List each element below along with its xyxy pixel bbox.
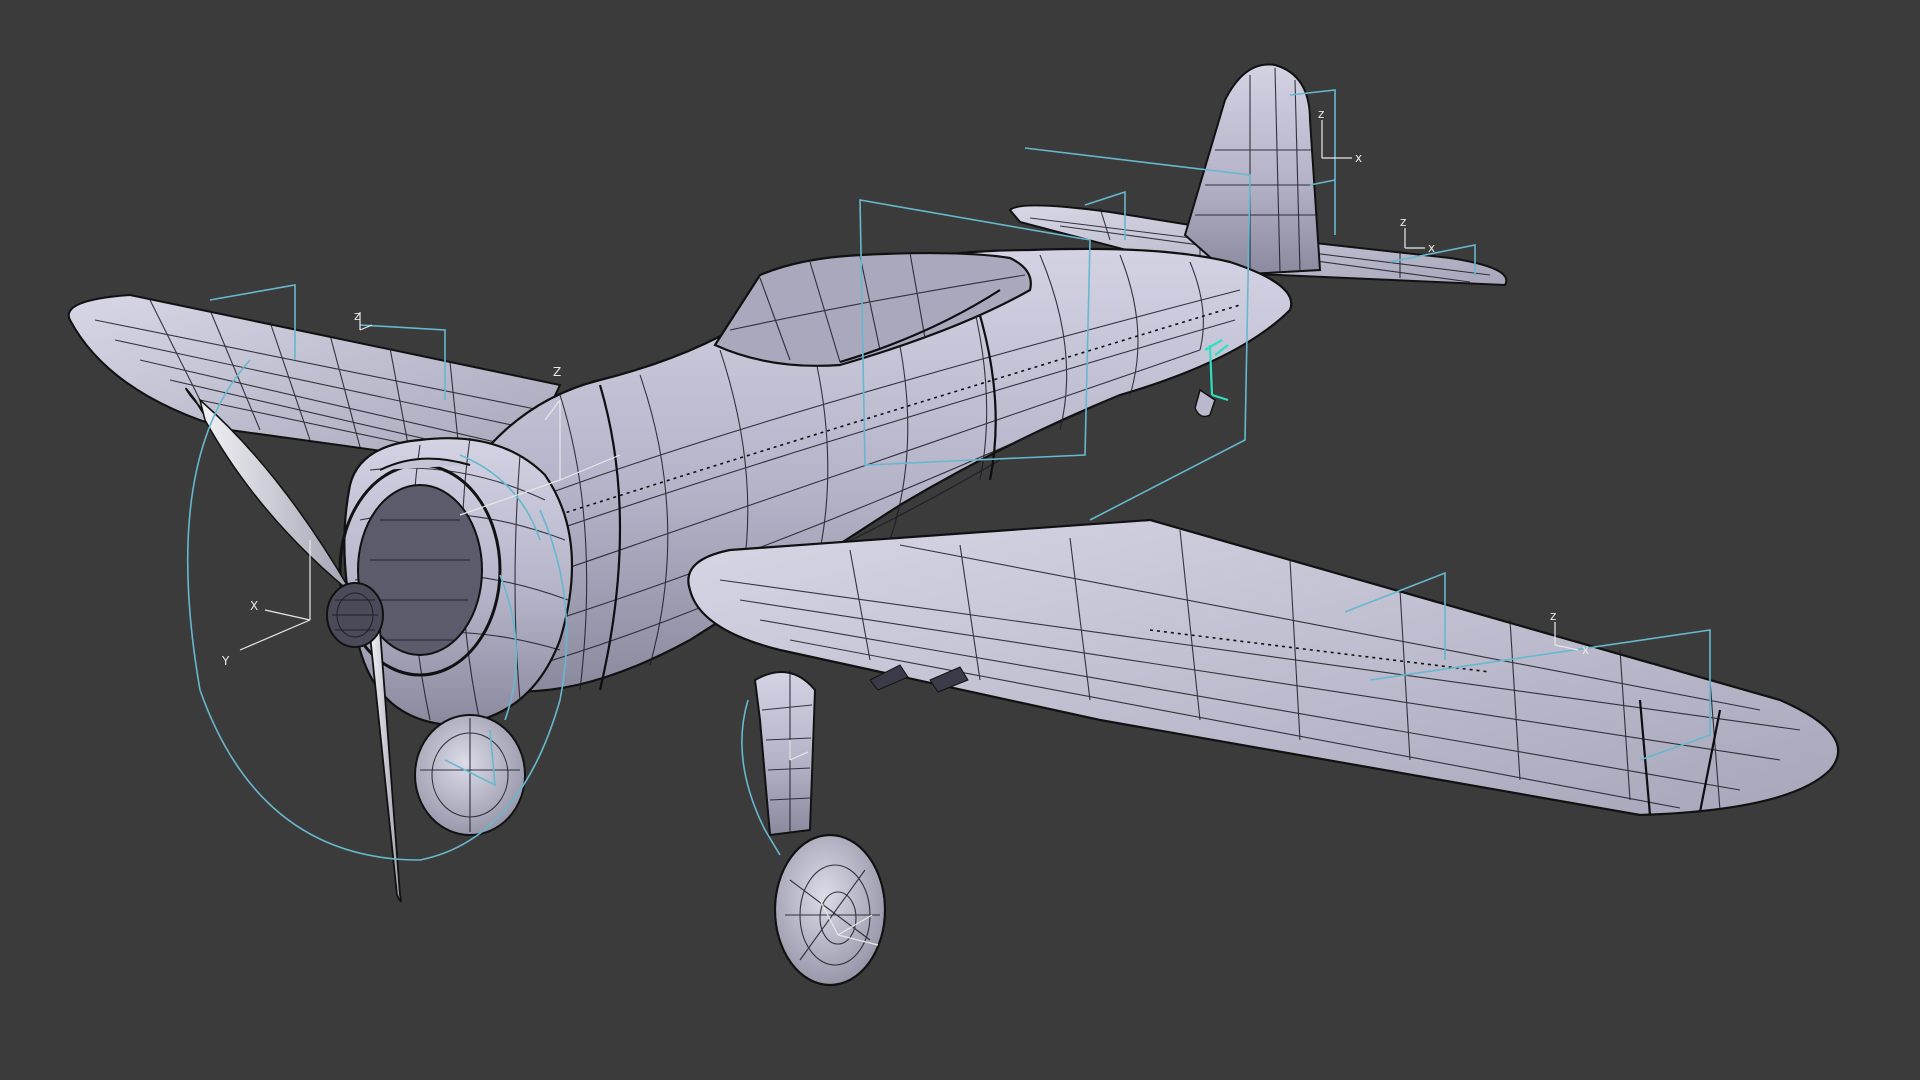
axis-y-label: Y	[221, 654, 230, 668]
3d-viewport[interactable]: X Y Z z z x z x z x	[0, 0, 1920, 1080]
axis-gizmo-left-wing: z	[354, 309, 373, 331]
axis-gizmo-tail: z x	[1318, 107, 1362, 165]
main-landing-gear[interactable]	[741, 670, 887, 987]
airplane-wireframe-model[interactable]: X Y Z z z x z x z x	[0, 0, 1920, 1080]
axis-z-label: z	[354, 309, 360, 323]
right-wing[interactable]	[687, 518, 1840, 817]
chin-intake	[414, 714, 526, 836]
axis-gizmo-propeller: X Y	[221, 540, 311, 668]
axis-z-label: z	[1400, 215, 1406, 229]
axis-x-label: x	[1428, 241, 1435, 255]
axis-x-label: X	[250, 599, 258, 613]
axis-z-label: z	[1318, 107, 1324, 121]
axis-z-label: z	[1550, 609, 1556, 623]
axis-z-label: Z	[553, 365, 561, 379]
axis-x-label: x	[1355, 151, 1362, 165]
axis-gizmo-stabilizer: z x	[1400, 215, 1435, 255]
axis-x-label: x	[1582, 643, 1589, 657]
